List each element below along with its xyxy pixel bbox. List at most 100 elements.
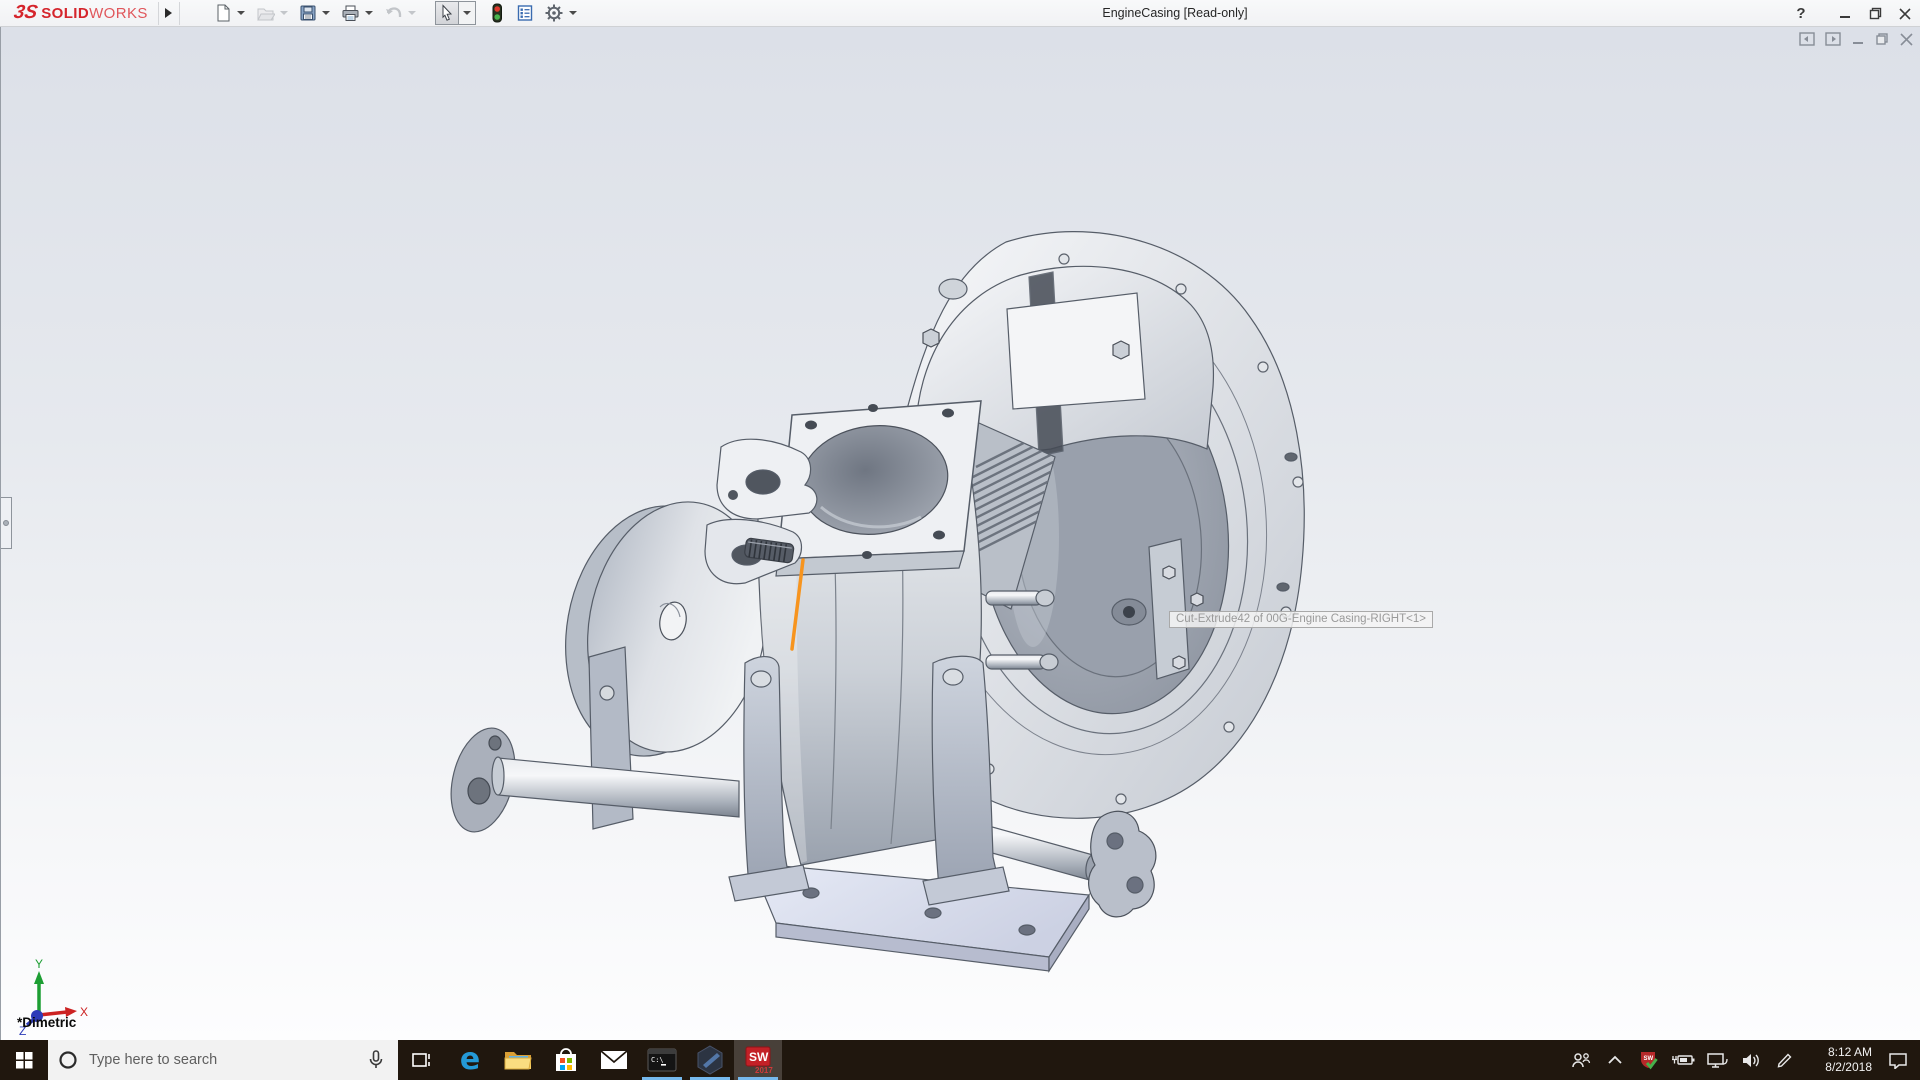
view-orientation-label: *Dimetric: [17, 1015, 77, 1030]
select-button[interactable]: [434, 1, 459, 25]
tab-handle-icon: [3, 520, 9, 526]
chevron-up-icon: [1608, 1055, 1622, 1064]
mail-icon: [600, 1050, 628, 1069]
ds-logo-mark: 3S: [12, 2, 40, 23]
window-controls: ?: [1786, 0, 1920, 27]
undo-dropdown-caret: [407, 11, 416, 15]
sw-shield-check-icon: SW: [1641, 1052, 1658, 1070]
task-view-icon: [412, 1053, 430, 1067]
document-window-controls: [1799, 32, 1914, 47]
select-dropdown[interactable]: [458, 1, 476, 25]
windows-taskbar: Type here to search e C:\ SW 2017 SW 8:1…: [0, 1040, 1920, 1080]
quick-access-toolbar: [208, 1, 582, 25]
taskbar-clock[interactable]: 8:12 AM 8/2/2018: [1802, 1040, 1876, 1080]
solidworks-app-icon: SW 2017: [745, 1046, 773, 1075]
network-icon: [1707, 1052, 1728, 1068]
print-icon: [342, 5, 359, 21]
toolbar-flyout-button[interactable]: [157, 1, 180, 25]
feature-tooltip: Cut-Extrude42 of 00G-Engine Casing-RIGHT…: [1169, 611, 1433, 628]
command-prompt-icon: C:\: [647, 1048, 677, 1072]
print-button[interactable]: [339, 2, 362, 24]
volume-button[interactable]: [1734, 1040, 1768, 1080]
svg-text:2017: 2017: [755, 1066, 773, 1075]
close-button[interactable]: [1890, 0, 1920, 27]
taskbar-app-edrawings[interactable]: [686, 1040, 734, 1080]
select-cursor-icon: [442, 3, 452, 21]
new-document-icon: [217, 4, 230, 22]
search-placeholder: Type here to search: [89, 1052, 218, 1068]
minimize-icon: [1840, 15, 1850, 18]
model-geometry: [450, 231, 1305, 974]
open-button[interactable]: [254, 2, 277, 24]
taskbar-app-edge[interactable]: e: [446, 1040, 494, 1080]
new-dropdown-caret[interactable]: [236, 11, 245, 15]
file-explorer-icon: [504, 1052, 532, 1070]
collapse-right-panel-icon[interactable]: [1825, 32, 1842, 47]
task-view-button[interactable]: [398, 1040, 446, 1080]
people-icon: [1572, 1053, 1591, 1068]
network-button[interactable]: [1700, 1040, 1734, 1080]
triad-y-label: Y: [35, 957, 43, 971]
help-button[interactable]: ?: [1786, 0, 1816, 27]
edge-icon: e: [459, 1042, 481, 1077]
save-dropdown-caret[interactable]: [321, 11, 330, 15]
windows-logo-icon: [15, 1051, 32, 1068]
svg-text:SW: SW: [1644, 1056, 1654, 1062]
new-document-button[interactable]: [212, 2, 234, 24]
file-properties-button[interactable]: [514, 2, 536, 24]
taskbar-app-file-explorer[interactable]: [494, 1040, 542, 1080]
taskbar-search-box[interactable]: Type here to search: [48, 1040, 398, 1080]
cortana-icon: [59, 1051, 77, 1069]
doc-restore-icon[interactable]: [1875, 32, 1890, 47]
options-gear-icon: [545, 4, 563, 22]
windows-ink-button[interactable]: [1768, 1040, 1802, 1080]
taskbar-app-store[interactable]: [542, 1040, 590, 1080]
save-button[interactable]: [297, 2, 319, 24]
select-caret-icon: [462, 11, 471, 15]
clock-time: 8:12 AM: [1827, 1045, 1872, 1059]
taskbar-app-solidworks[interactable]: SW 2017: [734, 1040, 782, 1080]
start-button[interactable]: [0, 1040, 48, 1080]
taskbar-app-command-prompt[interactable]: C:\: [638, 1040, 686, 1080]
battery-plug-icon: [1672, 1055, 1695, 1065]
options-dropdown-caret[interactable]: [568, 11, 577, 15]
flyout-arrow-icon: [165, 8, 173, 18]
document-title: EngineCasing [Read-only]: [1102, 6, 1248, 20]
doc-minimize-icon[interactable]: [1851, 32, 1866, 47]
store-icon: [556, 1048, 576, 1071]
save-icon: [300, 5, 316, 21]
people-button[interactable]: [1564, 1040, 1598, 1080]
engine-casing-model[interactable]: [1, 27, 1920, 1040]
system-tray: SW 8:12 AM 8/2/2018: [1564, 1040, 1920, 1080]
solidworks-logo: 3S SOLID WORKS: [12, 2, 148, 23]
doc-close-icon[interactable]: [1899, 32, 1914, 47]
restore-icon: [1869, 7, 1881, 20]
edrawings-hexagon-icon: [697, 1045, 723, 1075]
pen-icon: [1777, 1053, 1792, 1068]
microphone-icon[interactable]: [366, 1049, 386, 1071]
graphics-area[interactable]: Cut-Extrude42 of 00G-Engine Casing-RIGHT…: [0, 27, 1920, 1040]
minimize-button[interactable]: [1830, 0, 1860, 27]
undo-button: [382, 2, 405, 24]
feature-tree-collapsed-tab[interactable]: [1, 497, 12, 549]
app-titlebar: 3S SOLID WORKS EngineCasing [Read-only] …: [0, 0, 1920, 27]
rebuild-traffic-light-icon: [492, 3, 502, 23]
tray-overflow-button[interactable]: [1598, 1040, 1632, 1080]
solidworks-resource-monitor[interactable]: SW: [1632, 1040, 1666, 1080]
action-center-button[interactable]: [1876, 1040, 1920, 1080]
print-dropdown-caret[interactable]: [364, 11, 373, 15]
action-center-icon: [1889, 1053, 1907, 1069]
open-icon: [256, 8, 275, 21]
svg-text:C:\: C:\: [651, 1056, 664, 1064]
close-icon: [1899, 7, 1911, 20]
battery-button[interactable]: [1666, 1040, 1700, 1080]
options-button[interactable]: [542, 2, 566, 24]
collapse-left-panel-icon[interactable]: [1799, 32, 1816, 47]
help-dropdown-caret[interactable]: [1816, 0, 1830, 27]
file-properties-icon: [517, 5, 532, 21]
restore-button[interactable]: [1860, 0, 1890, 27]
svg-text:SW: SW: [749, 1050, 769, 1064]
taskbar-app-mail[interactable]: [590, 1040, 638, 1080]
triad-x-label: X: [80, 1005, 88, 1019]
rebuild-button[interactable]: [488, 2, 506, 24]
